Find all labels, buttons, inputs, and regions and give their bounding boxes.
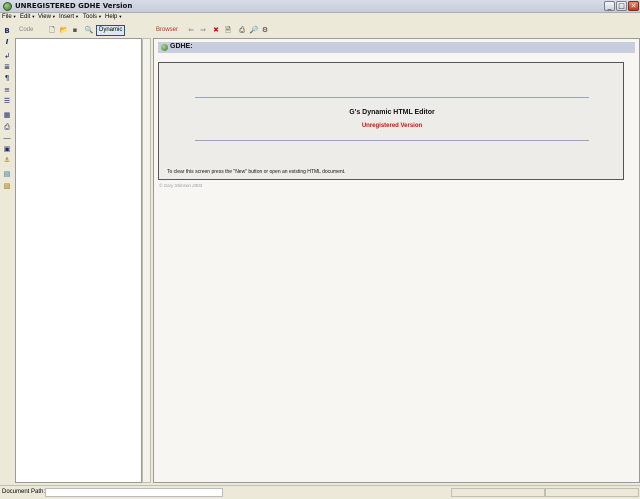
page-icon[interactable]: 🗎 [223, 26, 233, 35]
splash-title: G's Dynamic HTML Editor [349, 109, 435, 116]
print-preview-icon[interactable]: 🔎 [249, 26, 259, 35]
justify-icon[interactable]: ☰ [2, 97, 12, 106]
browser-label: Browser [156, 27, 179, 33]
code-scrollbar[interactable] [142, 38, 151, 483]
bold-icon[interactable]: B [2, 27, 12, 36]
image-library-icon[interactable]: ▣ [2, 145, 12, 154]
chevron-down-icon: ▼ [75, 14, 79, 19]
new-icon[interactable]: 🗋 [47, 26, 57, 35]
title-bar: UNREGISTERED GDHE Version _ □ ✕ [0, 0, 640, 13]
code-label: Code [19, 27, 34, 33]
settings-icon[interactable]: ⚙ [260, 26, 270, 35]
anchor-icon[interactable]: ⚓ [2, 156, 12, 165]
menu-edit[interactable]: Edit▼ [20, 14, 35, 20]
zoom-icon[interactable]: 🔍 [84, 26, 94, 35]
insert-object-icon[interactable]: ▧ [2, 182, 12, 191]
document-path-label: Document Path: [2, 489, 46, 495]
status-segment [451, 488, 545, 497]
dynamic-button[interactable]: Dynamic [96, 25, 126, 36]
app-icon [3, 2, 12, 11]
table-icon[interactable]: ▦ [2, 111, 12, 120]
menu-file[interactable]: File▼ [2, 14, 17, 20]
document-path-field [45, 488, 223, 497]
maximize-button[interactable]: □ [616, 1, 627, 11]
window-title: UNREGISTERED GDHE Version [15, 2, 133, 10]
format-toolbar: B I ↲ ≣ ¶ ≡ ☰ ▦ ⎙ ― ▣ ⚓ ▤ ▧ [0, 23, 14, 485]
wrap-icon[interactable]: ↲ [2, 52, 12, 61]
save-icon[interactable]: ▪ [70, 26, 80, 35]
picture-icon[interactable]: ▤ [2, 170, 12, 179]
code-toolbar: Code 🗋 📂 ▪ 🔍 Dynamic [15, 24, 151, 37]
menu-view[interactable]: View▼ [38, 14, 56, 20]
forward-icon[interactable]: ⇒ [198, 26, 208, 35]
status-segment [545, 488, 639, 497]
chevron-down-icon: ▼ [31, 14, 36, 19]
menu-tools[interactable]: Tools▼ [83, 14, 102, 20]
document-header: GDHE: [158, 42, 635, 53]
menu-bar: File▼ Edit▼ View▼ Insert▼ Tools▼ Help▼ [0, 13, 640, 23]
chevron-down-icon: ▼ [12, 14, 17, 19]
copyright-text: © Gary Stimson 2003 [159, 183, 203, 188]
chevron-down-icon: ▼ [98, 14, 102, 19]
code-editor[interactable] [15, 38, 142, 483]
list-icon[interactable]: ≣ [2, 63, 12, 72]
line-icon[interactable]: ― [2, 134, 12, 143]
chevron-down-icon: ▼ [51, 14, 56, 19]
status-bar: Document Path: [0, 485, 640, 499]
browser-toolbar: Browser ⇐ ⇒ ✖ 🗎 ⎙ 🔎 ⚙ [153, 24, 640, 37]
open-icon[interactable]: 📂 [59, 26, 69, 35]
stop-icon[interactable]: ✖ [211, 26, 221, 35]
divider [195, 97, 589, 98]
splash-panel: G's Dynamic HTML Editor Unregistered Ver… [158, 62, 624, 180]
globe-icon [161, 44, 168, 51]
close-button[interactable]: ✕ [628, 1, 639, 11]
menu-help[interactable]: Help▼ [105, 14, 122, 20]
chevron-down-icon: ▼ [118, 14, 123, 19]
minimize-button[interactable]: _ [604, 1, 615, 11]
back-icon[interactable]: ⇐ [186, 26, 196, 35]
menu-insert[interactable]: Insert▼ [59, 14, 79, 20]
align-icon[interactable]: ≡ [2, 86, 12, 95]
unregistered-label: Unregistered Version [361, 123, 423, 129]
divider [195, 140, 589, 141]
print-icon[interactable]: ⎙ [237, 26, 247, 35]
paragraph-icon[interactable]: ¶ [2, 74, 12, 83]
splash-note: To clear this screen press the "New" but… [167, 169, 346, 175]
form-icon[interactable]: ⎙ [2, 123, 12, 132]
document-header-title: GDHE: [170, 43, 193, 50]
italic-icon[interactable]: I [2, 38, 12, 47]
